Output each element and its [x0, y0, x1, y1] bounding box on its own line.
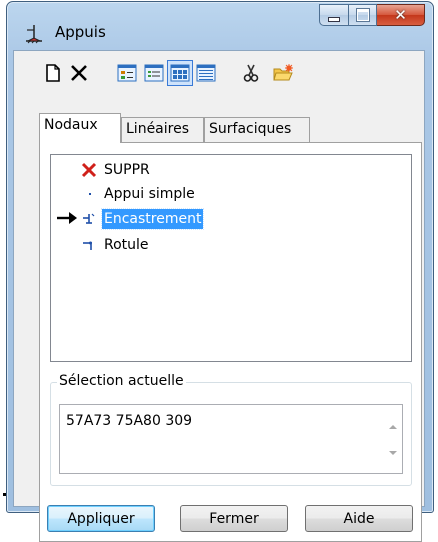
help-button[interactable]: Aide: [305, 505, 413, 532]
toolbar: [14, 51, 424, 95]
tab-lineaires[interactable]: Linéaires: [121, 117, 204, 142]
minimize-icon: [328, 16, 340, 22]
new-button[interactable]: [40, 60, 66, 86]
current-selection-field[interactable]: 57A73 75A80 309: [59, 404, 403, 474]
window-title: Appuis: [55, 23, 106, 41]
scissors-icon: [243, 64, 259, 82]
current-selection-value: 57A73 75A80 309: [66, 413, 193, 429]
group-title: Sélection actuelle: [57, 373, 186, 389]
tab-label: Nodaux: [44, 117, 98, 133]
list-item-selected[interactable]: Encastrement: [51, 208, 411, 230]
view-list-button[interactable]: [141, 60, 167, 86]
view-small-icons-button[interactable]: [114, 60, 140, 86]
hinge-icon: [83, 241, 92, 250]
tab-label: Surfaciques: [209, 121, 292, 137]
view-small-icons-icon: [117, 64, 137, 82]
tab-nodaux[interactable]: Nodaux: [39, 113, 121, 143]
scroll-up-icon[interactable]: [389, 425, 397, 429]
list-item-label: SUPPR: [104, 162, 150, 178]
delete-button[interactable]: [66, 60, 92, 86]
list-item[interactable]: SUPPR: [51, 159, 411, 181]
simple-support-icon: [89, 193, 91, 195]
open-folder-button[interactable]: [270, 60, 296, 86]
client-area: Nodaux Linéaires Surfaciques SUPPR Appui…: [13, 50, 425, 542]
view-list-icon: [144, 64, 164, 82]
minimize-button[interactable]: [319, 4, 349, 26]
list-item-label: Rotule: [104, 237, 149, 253]
apply-button[interactable]: Appliquer: [47, 505, 155, 532]
close-button[interactable]: Fermer: [180, 505, 288, 532]
new-document-icon: [46, 64, 60, 82]
maximize-button[interactable]: [349, 4, 377, 26]
tab-panel-nodaux: SUPPR Appui simple Encastrement Rotule S…: [39, 142, 422, 542]
list-item[interactable]: Appui simple: [51, 183, 411, 205]
title-bar[interactable]: Appuis ✕: [7, 2, 433, 48]
appuis-window: Appuis ✕ Nodaux Linéaires Surfaciques SU…: [6, 1, 434, 542]
vertical-scrollbar[interactable]: [385, 405, 402, 473]
view-large-icons-button[interactable]: [167, 60, 193, 86]
close-window-button[interactable]: ✕: [377, 4, 425, 26]
scroll-down-icon[interactable]: [389, 451, 397, 455]
delete-x-icon: [71, 65, 87, 81]
list-item[interactable]: Rotule: [51, 234, 411, 256]
support-app-icon: [26, 25, 42, 44]
maximize-icon: [355, 8, 370, 22]
list-item-label: Encastrement: [100, 208, 205, 230]
view-details-icon: [196, 64, 216, 82]
list-item-label: Appui simple: [104, 186, 195, 202]
supports-list[interactable]: SUPPR Appui simple Encastrement Rotule: [50, 154, 412, 362]
close-icon: ✕: [394, 5, 407, 24]
tab-label: Linéaires: [126, 121, 189, 137]
fixed-support-icon: [83, 213, 95, 224]
view-details-button[interactable]: [193, 60, 219, 86]
current-selection-group: Sélection actuelle 57A73 75A80 309: [50, 373, 412, 486]
red-x-icon: [81, 162, 97, 178]
caption-buttons: ✕: [319, 4, 425, 26]
tab-surfaciques[interactable]: Surfaciques: [204, 117, 310, 142]
open-folder-icon: [273, 64, 293, 81]
view-large-icons-icon: [170, 64, 190, 82]
cut-button[interactable]: [238, 60, 264, 86]
current-arrow-icon: [57, 212, 77, 224]
